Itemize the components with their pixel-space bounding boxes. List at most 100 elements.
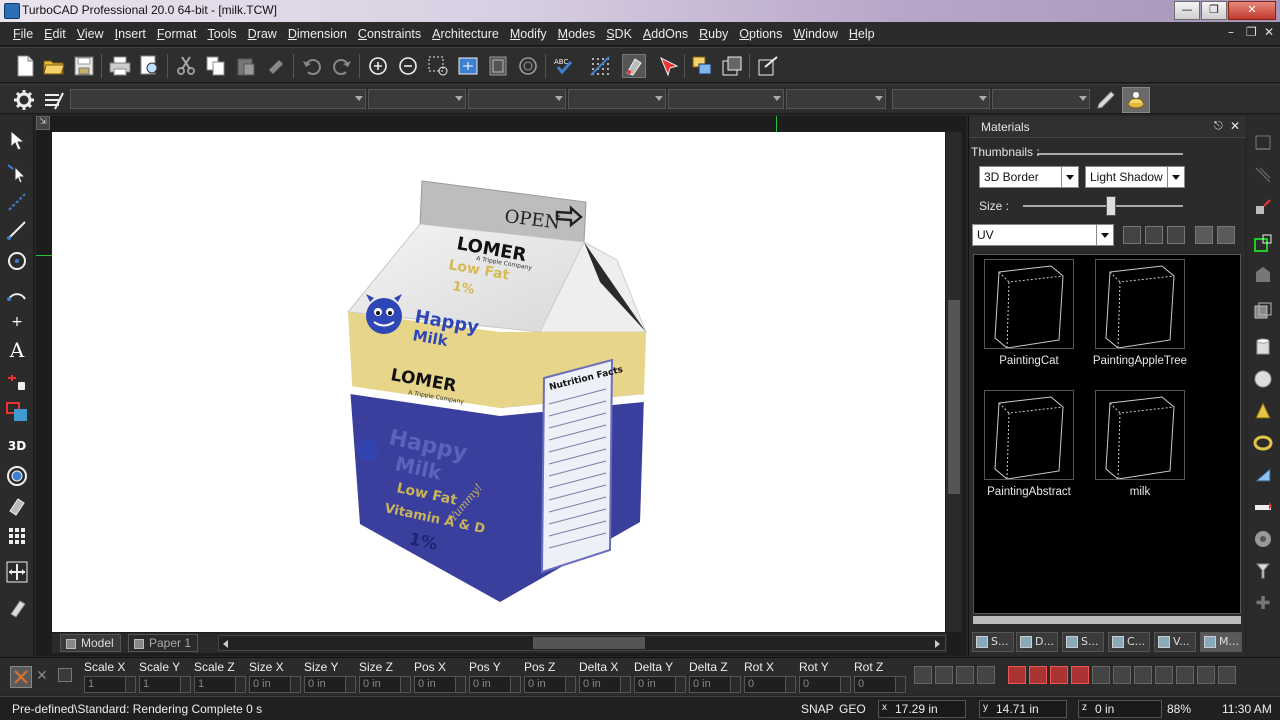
- open-folder-icon[interactable]: [42, 54, 66, 78]
- spin-icon[interactable]: [730, 677, 740, 692]
- zoom-in-icon[interactable]: [366, 54, 390, 78]
- spell-check-icon[interactable]: ABC: [552, 54, 576, 78]
- inspector-field[interactable]: 1: [84, 676, 136, 693]
- tab-panel-5[interactable]: V...: [1154, 632, 1196, 652]
- zoom-extents-icon[interactable]: [456, 54, 480, 78]
- mdi-minimize-icon[interactable]: –: [1228, 25, 1234, 39]
- zoom-level[interactable]: 88%: [1167, 702, 1191, 716]
- menu-modes[interactable]: Modes: [553, 25, 601, 43]
- inspector-field[interactable]: 0 in: [579, 676, 631, 693]
- select-filter-icon[interactable]: [656, 54, 680, 78]
- dropdown-arrow-icon[interactable]: [1167, 167, 1184, 187]
- loft-icon[interactable]: [1252, 232, 1274, 254]
- menu-architecture[interactable]: Architecture: [427, 25, 504, 43]
- pen-style-combo[interactable]: [468, 89, 566, 109]
- inspector-field[interactable]: 0 in: [414, 676, 466, 693]
- zoom-page-icon[interactable]: [486, 54, 510, 78]
- revolve-icon[interactable]: [1252, 164, 1274, 186]
- geo-indicator[interactable]: GEO: [839, 702, 866, 716]
- spin-icon[interactable]: [400, 677, 410, 692]
- local-coords-icon[interactable]: [914, 666, 932, 684]
- scale-icon[interactable]: [1197, 666, 1215, 684]
- point-line-icon[interactable]: [5, 190, 29, 214]
- layers-icon[interactable]: [690, 54, 714, 78]
- mdi-close-icon[interactable]: ✕: [1264, 25, 1274, 39]
- text-icon[interactable]: A: [5, 338, 29, 362]
- array-icon[interactable]: [1071, 666, 1089, 684]
- circle-icon[interactable]: [5, 249, 29, 273]
- material-thumbnail[interactable]: [1095, 390, 1185, 480]
- settings-gear-icon[interactable]: [12, 88, 36, 112]
- dropdown-arrow-icon[interactable]: [1061, 167, 1078, 187]
- inspector-field[interactable]: 0 in: [359, 676, 411, 693]
- world-coords-icon[interactable]: [935, 666, 953, 684]
- horizontal-scroll-thumb[interactable]: [533, 637, 645, 649]
- mapping-select[interactable]: UV: [972, 224, 1114, 246]
- ortho-icon[interactable]: [1113, 666, 1131, 684]
- pin-icon[interactable]: ⎋: [1214, 119, 1223, 133]
- spin-icon[interactable]: [235, 677, 245, 692]
- paste-icon[interactable]: [234, 54, 258, 78]
- lock-icon[interactable]: [58, 668, 72, 682]
- spin-icon[interactable]: [345, 677, 355, 692]
- pen-scale-combo[interactable]: [668, 89, 784, 109]
- menu-insert[interactable]: Insert: [110, 25, 151, 43]
- tab-panel-2[interactable]: D...: [1016, 632, 1058, 652]
- inspector-field[interactable]: 0 in: [689, 676, 741, 693]
- grid-icon[interactable]: [588, 54, 612, 78]
- inspector-field[interactable]: 0: [799, 676, 851, 693]
- relative-coords-icon[interactable]: [977, 666, 995, 684]
- copy-icon[interactable]: [204, 54, 228, 78]
- inspector-field[interactable]: 0 in: [249, 676, 301, 693]
- boolean-icon[interactable]: [1252, 496, 1274, 518]
- spin-icon[interactable]: [180, 677, 190, 692]
- hatch-grid-icon[interactable]: [5, 524, 29, 548]
- menu-tools[interactable]: Tools: [202, 25, 241, 43]
- horizontal-scrollbar[interactable]: [218, 635, 946, 651]
- text-size-combo[interactable]: [992, 89, 1090, 109]
- box-icon[interactable]: [1252, 300, 1274, 322]
- fillet-icon[interactable]: [1252, 560, 1274, 582]
- shell-icon[interactable]: [1252, 264, 1274, 286]
- chamfer-icon[interactable]: [1252, 528, 1274, 550]
- spin-icon[interactable]: [785, 677, 795, 692]
- scroll-right-icon[interactable]: [935, 640, 940, 648]
- properties-icon[interactable]: [756, 54, 780, 78]
- print-icon[interactable]: [108, 54, 132, 78]
- print-preview-icon[interactable]: [138, 54, 162, 78]
- explode-icon[interactable]: [1155, 666, 1173, 684]
- rotate-icon[interactable]: [1176, 666, 1194, 684]
- inspector-field[interactable]: 0: [744, 676, 796, 693]
- menu-draw[interactable]: Draw: [243, 25, 282, 43]
- pen-icon[interactable]: [1094, 88, 1118, 112]
- material-thumbnail[interactable]: [1095, 259, 1185, 349]
- border-style-select[interactable]: 3D Border: [979, 166, 1079, 188]
- close-button[interactable]: ✕: [1228, 1, 1276, 20]
- menu-addons[interactable]: AddOns: [638, 25, 693, 43]
- zoom-previous-icon[interactable]: [516, 54, 540, 78]
- layer-combo[interactable]: [70, 89, 366, 109]
- new-material-icon[interactable]: [1123, 226, 1141, 244]
- menu-options[interactable]: Options: [734, 25, 787, 43]
- snap-icon[interactable]: [622, 54, 646, 78]
- cylinder-icon[interactable]: [1252, 336, 1274, 358]
- track-icon[interactable]: [1092, 666, 1110, 684]
- turbocad-app-icon[interactable]: [4, 3, 20, 19]
- cancel-icon[interactable]: ✕: [36, 668, 48, 684]
- menu-modify[interactable]: Modify: [505, 25, 552, 43]
- material-item[interactable]: PaintingCat: [979, 259, 1079, 367]
- inspector-field[interactable]: 1: [139, 676, 191, 693]
- mdi-restore-icon[interactable]: ❐: [1246, 25, 1257, 39]
- dimension-icon[interactable]: [5, 370, 29, 394]
- menu-help[interactable]: Help: [844, 25, 880, 43]
- material-item[interactable]: PaintingAppleTree: [1090, 259, 1190, 367]
- material-thumbnail[interactable]: [984, 259, 1074, 349]
- material-tools-icon[interactable]: [1217, 226, 1235, 244]
- menu-constraints[interactable]: Constraints: [353, 25, 426, 43]
- spin-icon[interactable]: [620, 677, 630, 692]
- material-thumbnail[interactable]: [984, 390, 1074, 480]
- spin-icon[interactable]: [840, 677, 850, 692]
- undo-icon[interactable]: [300, 54, 324, 78]
- selection-info-icon[interactable]: [10, 666, 32, 688]
- node-edit-icon[interactable]: [5, 160, 29, 184]
